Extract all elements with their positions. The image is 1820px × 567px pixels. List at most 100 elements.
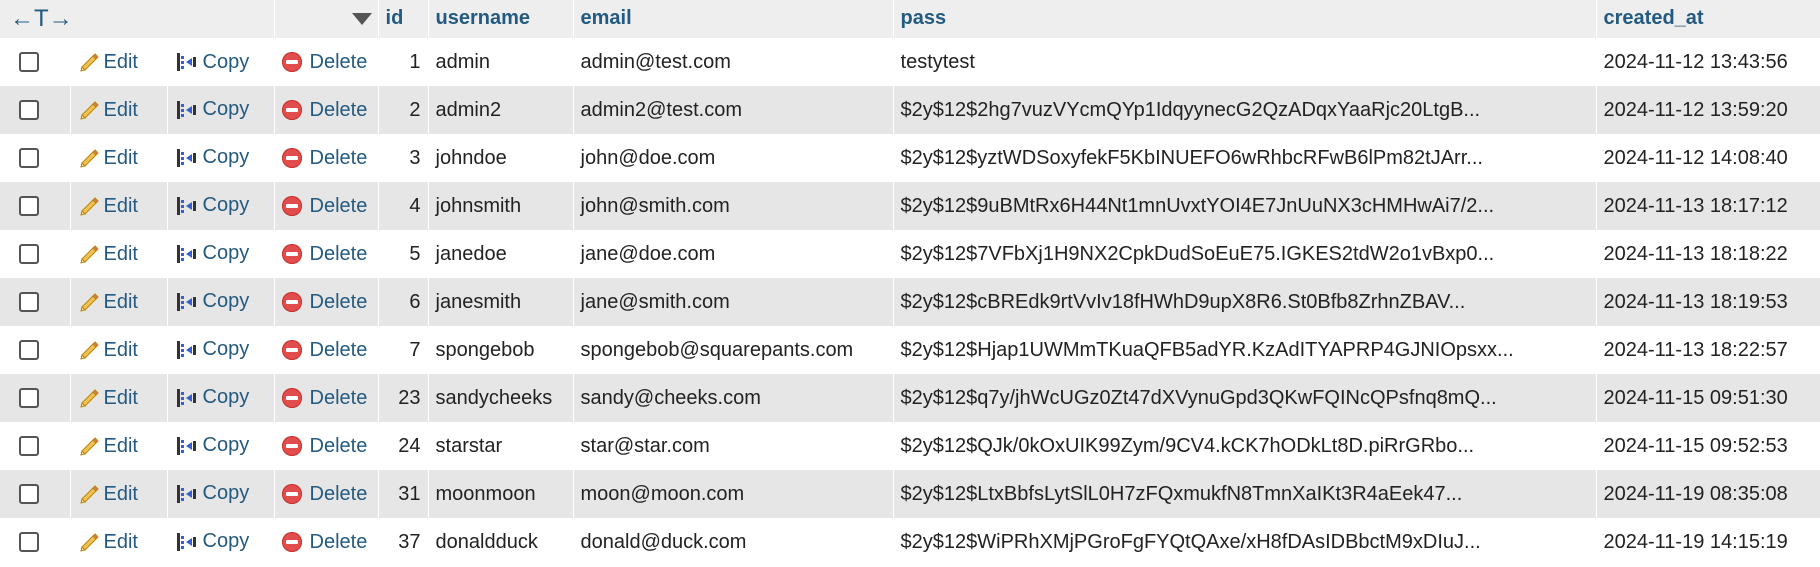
- edit-link[interactable]: Edit: [78, 51, 138, 73]
- delete-link[interactable]: Delete: [281, 387, 367, 409]
- delete-link[interactable]: Delete: [281, 147, 367, 169]
- cell-username[interactable]: starstar: [428, 422, 574, 470]
- cell-pass[interactable]: $2y$12$Hjap1UWMmTKuaQFB5adYR.KzAdITYAPRP…: [893, 326, 1597, 374]
- edit-link[interactable]: Edit: [78, 195, 138, 217]
- cell-pass[interactable]: $2y$12$cBREdk9rtVvIv18fHWhD9upX8R6.St0Bf…: [893, 278, 1597, 326]
- row-checkbox[interactable]: [19, 484, 40, 505]
- cell-id[interactable]: 6: [378, 278, 429, 326]
- cell-created-at[interactable]: 2024-11-19 14:15:19: [1596, 518, 1820, 566]
- row-checkbox[interactable]: [19, 148, 40, 169]
- copy-link[interactable]: Copy: [175, 338, 249, 360]
- cell-username[interactable]: johndoe: [428, 134, 574, 182]
- cell-id[interactable]: 31: [378, 470, 429, 518]
- copy-link[interactable]: Copy: [175, 51, 249, 73]
- row-checkbox[interactable]: [19, 244, 40, 265]
- delete-link[interactable]: Delete: [281, 291, 367, 313]
- cell-username[interactable]: sandycheeks: [428, 374, 574, 422]
- cell-id[interactable]: 3: [378, 134, 429, 182]
- cell-id[interactable]: 1: [378, 38, 429, 86]
- delete-link[interactable]: Delete: [281, 435, 367, 457]
- delete-link[interactable]: Delete: [281, 531, 367, 553]
- cell-pass[interactable]: $2y$12$WiPRhXMjPGroFgFYQtQAxe/xH8fDAsIDB…: [893, 518, 1597, 566]
- cell-email[interactable]: sandy@cheeks.com: [573, 374, 894, 422]
- col-header-pass[interactable]: pass: [893, 0, 1597, 39]
- copy-link[interactable]: Copy: [175, 290, 249, 312]
- row-checkbox[interactable]: [19, 100, 40, 121]
- cell-created-at[interactable]: 2024-11-19 08:35:08: [1596, 470, 1820, 518]
- col-header-email[interactable]: email: [573, 0, 894, 39]
- cell-created-at[interactable]: 2024-11-12 13:59:20: [1596, 86, 1820, 134]
- delete-link[interactable]: Delete: [281, 339, 367, 361]
- cell-email[interactable]: spongebob@squarepants.com: [573, 326, 894, 374]
- cell-email[interactable]: admin2@test.com: [573, 86, 894, 134]
- edit-link[interactable]: Edit: [78, 243, 138, 265]
- delete-link[interactable]: Delete: [281, 243, 367, 265]
- cell-created-at[interactable]: 2024-11-15 09:52:53: [1596, 422, 1820, 470]
- cell-created-at[interactable]: 2024-11-13 18:22:57: [1596, 326, 1820, 374]
- edit-link[interactable]: Edit: [78, 291, 138, 313]
- cell-created-at[interactable]: 2024-11-13 18:19:53: [1596, 278, 1820, 326]
- row-checkbox[interactable]: [19, 340, 40, 361]
- delete-link[interactable]: Delete: [281, 99, 367, 121]
- row-checkbox[interactable]: [19, 292, 40, 313]
- cell-username[interactable]: admin: [428, 38, 574, 86]
- cell-created-at[interactable]: 2024-11-12 13:43:56: [1596, 38, 1820, 86]
- cell-pass[interactable]: $2y$12$QJk/0kOxUIK99Zym/9CV4.kCK7hODkLt8…: [893, 422, 1597, 470]
- cell-created-at[interactable]: 2024-11-15 09:51:30: [1596, 374, 1820, 422]
- copy-link[interactable]: Copy: [175, 482, 249, 504]
- cell-email[interactable]: jane@doe.com: [573, 230, 894, 278]
- cell-username[interactable]: spongebob: [428, 326, 574, 374]
- row-checkbox[interactable]: [19, 52, 40, 73]
- cell-email[interactable]: star@star.com: [573, 422, 894, 470]
- cell-pass[interactable]: $2y$12$q7y/jhWcUGz0Zt47dXVynuGpd3QKwFQIN…: [893, 374, 1597, 422]
- cell-pass[interactable]: $2y$12$2hg7vuzVYcmQYp1IdqyynecG2QzADqxYa…: [893, 86, 1597, 134]
- cell-created-at[interactable]: 2024-11-12 14:08:40: [1596, 134, 1820, 182]
- cell-email[interactable]: john@smith.com: [573, 182, 894, 230]
- edit-link[interactable]: Edit: [78, 531, 138, 553]
- copy-link[interactable]: Copy: [175, 386, 249, 408]
- edit-link[interactable]: Edit: [78, 435, 138, 457]
- col-header-username[interactable]: username: [428, 0, 574, 39]
- copy-link[interactable]: Copy: [175, 530, 249, 552]
- copy-link[interactable]: Copy: [175, 194, 249, 216]
- delete-link[interactable]: Delete: [281, 483, 367, 505]
- cell-id[interactable]: 37: [378, 518, 429, 566]
- sort-dropdown[interactable]: [274, 0, 379, 39]
- edit-link[interactable]: Edit: [78, 387, 138, 409]
- edit-link[interactable]: Edit: [78, 483, 138, 505]
- cell-id[interactable]: 4: [378, 182, 429, 230]
- edit-link[interactable]: Edit: [78, 339, 138, 361]
- cell-id[interactable]: 2: [378, 86, 429, 134]
- cell-username[interactable]: janesmith: [428, 278, 574, 326]
- cell-email[interactable]: moon@moon.com: [573, 470, 894, 518]
- copy-link[interactable]: Copy: [175, 434, 249, 456]
- cell-created-at[interactable]: 2024-11-13 18:17:12: [1596, 182, 1820, 230]
- cell-pass[interactable]: $2y$12$LtxBbfsLytSlL0H7zFQxmukfN8TmnXaIK…: [893, 470, 1597, 518]
- col-header-created-at[interactable]: created_at: [1596, 0, 1820, 39]
- cell-email[interactable]: john@doe.com: [573, 134, 894, 182]
- delete-link[interactable]: Delete: [281, 195, 367, 217]
- cell-username[interactable]: donaldduck: [428, 518, 574, 566]
- cell-username[interactable]: moonmoon: [428, 470, 574, 518]
- edit-link[interactable]: Edit: [78, 99, 138, 121]
- cell-pass[interactable]: $2y$12$yztWDSoxyfekF5KbINUEFO6wRhbcRFwB6…: [893, 134, 1597, 182]
- row-checkbox[interactable]: [19, 532, 40, 553]
- cell-id[interactable]: 23: [378, 374, 429, 422]
- column-nav-arrows[interactable]: ←T→: [0, 0, 275, 39]
- cell-created-at[interactable]: 2024-11-13 18:18:22: [1596, 230, 1820, 278]
- copy-link[interactable]: Copy: [175, 242, 249, 264]
- edit-link[interactable]: Edit: [78, 147, 138, 169]
- cell-pass[interactable]: $2y$12$7VFbXj1H9NX2CpkDudSoEuE75.IGKES2t…: [893, 230, 1597, 278]
- cell-id[interactable]: 24: [378, 422, 429, 470]
- cell-pass[interactable]: testytest: [893, 38, 1597, 86]
- cell-username[interactable]: johnsmith: [428, 182, 574, 230]
- col-header-id[interactable]: id: [378, 0, 429, 39]
- cell-email[interactable]: admin@test.com: [573, 38, 894, 86]
- cell-username[interactable]: janedoe: [428, 230, 574, 278]
- cell-username[interactable]: admin2: [428, 86, 574, 134]
- row-checkbox[interactable]: [19, 196, 40, 217]
- cell-id[interactable]: 7: [378, 326, 429, 374]
- copy-link[interactable]: Copy: [175, 146, 249, 168]
- row-checkbox[interactable]: [19, 436, 40, 457]
- row-checkbox[interactable]: [19, 388, 40, 409]
